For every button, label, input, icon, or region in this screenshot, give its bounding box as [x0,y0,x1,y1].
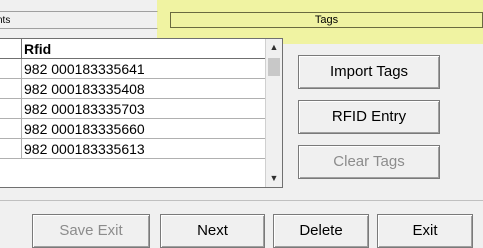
column-header-rfid[interactable]: Rfid [24,39,51,59]
rfid-entry-button[interactable]: RFID Entry [298,100,440,134]
rfid-cell[interactable]: 982 000183335613 [24,139,145,159]
row-header[interactable] [0,119,22,138]
row-header-corner [0,39,22,58]
table-row[interactable]: 982 000183335408 [0,79,266,99]
clear-tags-label: Clear Tags [333,153,405,170]
row-header[interactable] [0,139,22,158]
table-row[interactable]: 982 000183335660 [0,119,266,139]
delete-button[interactable]: Delete [273,214,369,248]
rfid-table: Rfid 982 000183335641 982 000183335408 9… [0,39,266,159]
save-exit-button[interactable]: Save Exit [32,214,150,248]
table-row[interactable]: 982 000183335613 [0,139,266,159]
rfid-entry-label: RFID Entry [331,108,407,125]
scrollbar-thumb[interactable] [268,58,280,76]
exit-button[interactable]: Exit [377,214,473,248]
import-tags-label: Import Tags [329,63,409,80]
next-label: Next [197,222,228,239]
arrow-down-icon[interactable]: ▼ [266,170,282,187]
row-header[interactable] [0,99,22,118]
table-row[interactable]: 982 000183335703 [0,99,266,119]
exit-label: Exit [412,222,438,239]
next-button[interactable]: Next [160,214,265,248]
rfid-cell[interactable]: 982 000183335408 [24,79,145,99]
rfid-cell[interactable]: 982 000183335641 [24,59,145,79]
rfid-cell[interactable]: 982 000183335660 [24,119,145,139]
rfid-table-header: Rfid [0,39,266,59]
tags-section-header: Tags [170,12,483,28]
section-header-left-label: nts [0,15,11,26]
tags-section-label: Tags [314,14,339,26]
row-header[interactable] [0,59,22,78]
save-exit-label: Save Exit [59,222,123,239]
row-header[interactable] [0,79,22,98]
divider [0,200,483,201]
rfid-grid[interactable]: Rfid 982 000183335641 982 000183335408 9… [0,38,283,188]
delete-label: Delete [299,222,343,239]
arrow-up-icon[interactable]: ▲ [266,39,282,56]
vertical-scrollbar[interactable]: ▲ ▼ [265,39,282,187]
rfid-cell[interactable]: 982 000183335703 [24,99,145,119]
clear-tags-button[interactable]: Clear Tags [298,145,440,179]
table-row[interactable]: 982 000183335641 [0,59,266,79]
section-header-left: nts [0,11,158,29]
import-tags-button[interactable]: Import Tags [298,55,440,89]
